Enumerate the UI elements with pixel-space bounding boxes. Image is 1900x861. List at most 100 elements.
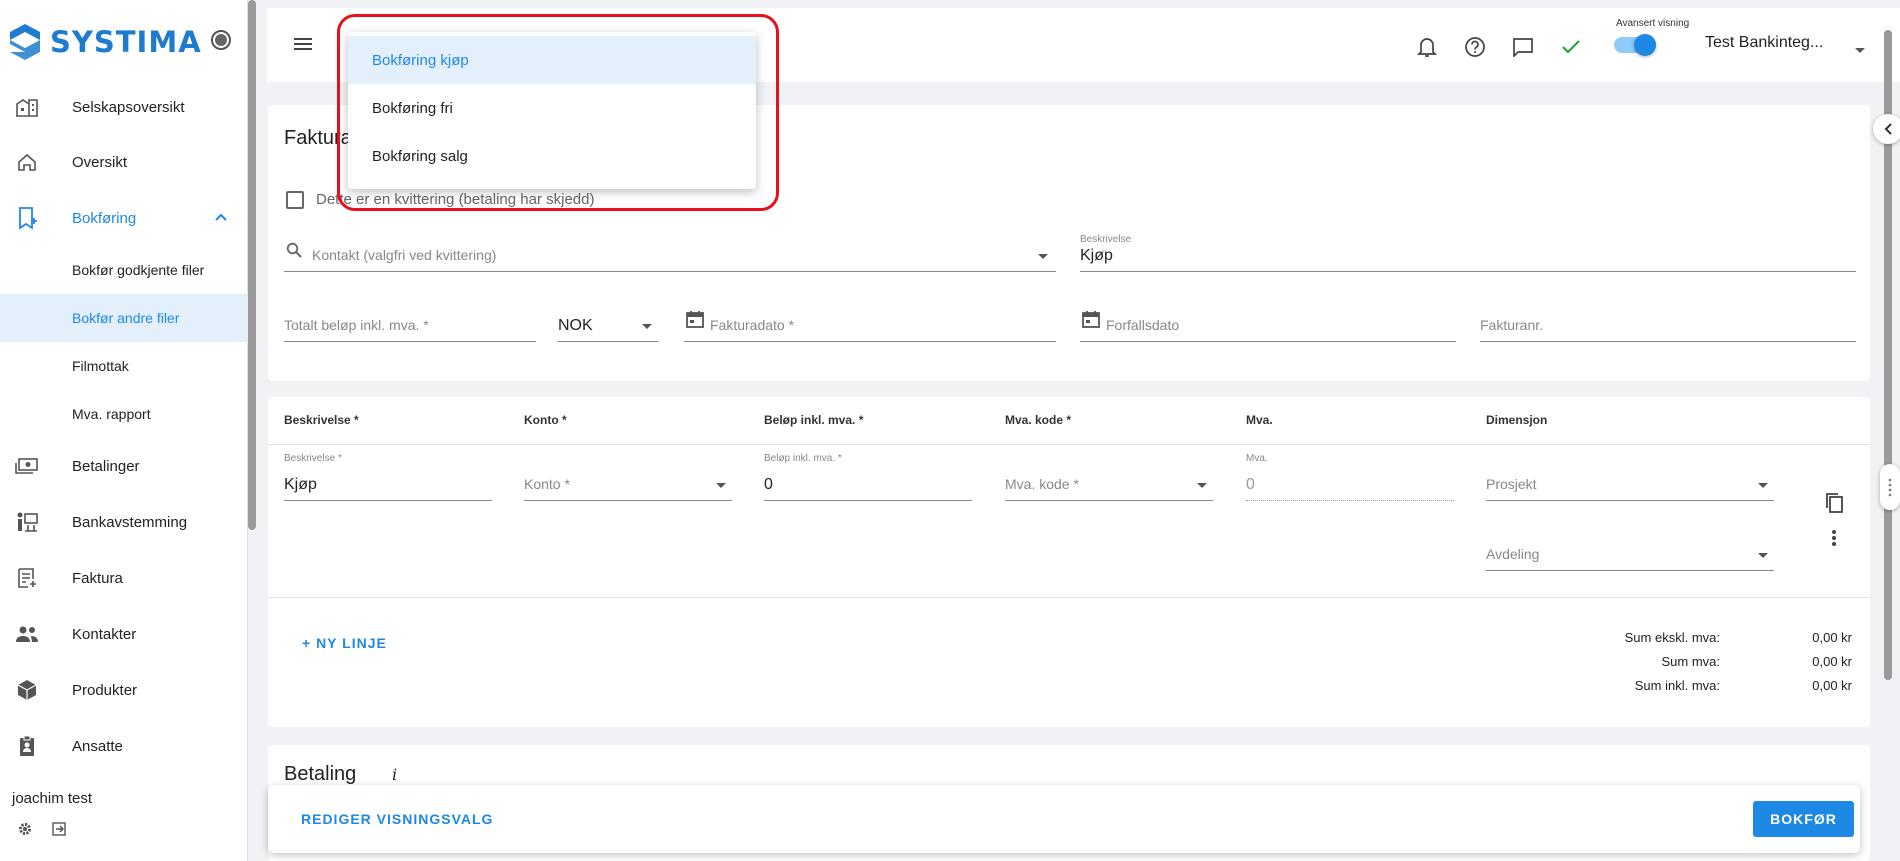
line-description-label: Beskrivelse * bbox=[284, 453, 342, 464]
systima-logo[interactable]: SYSTIMA bbox=[8, 20, 202, 64]
column-header-description: Beskrivelse * bbox=[284, 413, 359, 427]
receipt-checkbox[interactable] bbox=[286, 191, 304, 209]
notifications-bell-icon[interactable] bbox=[1412, 32, 1442, 62]
invoice-number-field[interactable]: Fakturanr. bbox=[1480, 308, 1856, 342]
logout-icon[interactable] bbox=[52, 822, 66, 841]
sidebar-item-label: Bankavstemming bbox=[72, 513, 188, 531]
line-vat-code-placeholder: Mva. kode * bbox=[1005, 476, 1079, 492]
line-vat-value: 0 bbox=[1246, 476, 1255, 493]
line-vat-code-select[interactable]: Mva. kode * bbox=[1005, 467, 1213, 501]
currency-value: NOK bbox=[558, 317, 593, 334]
sidebar-scrollbar[interactable] bbox=[248, 0, 258, 861]
status-indicator-icon[interactable] bbox=[211, 30, 231, 50]
sidebar-item-betalinger[interactable]: Betalinger bbox=[0, 443, 248, 489]
payment-info-icon[interactable]: i bbox=[392, 765, 397, 784]
line-amount-label: Beløp inkl. mva. * bbox=[764, 453, 842, 464]
total-amount-field[interactable]: Totalt beløp inkl. mva. * bbox=[284, 308, 536, 342]
app-name: SYSTIMA bbox=[50, 25, 202, 59]
sidebar-item-selskapsoversikt[interactable]: Selskapsoversikt bbox=[0, 84, 248, 130]
systima-logo-icon bbox=[10, 24, 40, 60]
line-account-select[interactable]: Konto * bbox=[524, 467, 732, 501]
company-selector[interactable]: Test Bankinteg... bbox=[1705, 34, 1823, 52]
column-header-amount: Beløp inkl. mva. * bbox=[764, 413, 864, 427]
collapse-panel-chevron-left-icon[interactable] bbox=[1873, 114, 1900, 144]
chevron-up-icon[interactable] bbox=[214, 209, 228, 226]
contact-search-field[interactable]: Kontakt (valgfri ved kvittering) bbox=[284, 238, 1056, 272]
sum-vat-value: 0,00 kr bbox=[1812, 654, 1852, 669]
sidebar-item-label: Betalinger bbox=[72, 457, 140, 475]
more-options-icon[interactable] bbox=[1831, 529, 1837, 552]
calendar-icon[interactable] bbox=[1082, 310, 1100, 333]
contacts-icon bbox=[14, 621, 40, 647]
column-header-vat-code: Mva. kode * bbox=[1005, 413, 1072, 427]
sidebar-item-faktura[interactable]: Faktura bbox=[0, 555, 248, 601]
user-name: joachim test bbox=[12, 790, 93, 807]
invoice-lines-card: Beskrivelse * Konto * Beløp inkl. mva. *… bbox=[268, 397, 1870, 727]
edit-view-options-button[interactable]: REDIGER VISNINGSVALG bbox=[301, 811, 493, 827]
post-button[interactable]: BOKFØR bbox=[1753, 801, 1854, 837]
due-date-placeholder: Forfallsdato bbox=[1106, 317, 1180, 333]
line-amount-value: 0 bbox=[764, 476, 773, 493]
header-divider bbox=[268, 444, 1870, 445]
line-department-placeholder: Avdeling bbox=[1486, 546, 1540, 562]
sidebar-subitem-mva-rapport[interactable]: Mva. rapport bbox=[0, 390, 248, 438]
check-icon[interactable] bbox=[1556, 32, 1586, 62]
search-icon bbox=[286, 242, 302, 263]
sidebar: SYSTIMA Selskapsoversikt Oversikt Bokfør… bbox=[0, 0, 248, 861]
sidebar-subitem-bokfor-godkjente-filer[interactable]: Bokfør godkjente filer bbox=[0, 246, 248, 294]
sidebar-item-label: Selskapsoversikt bbox=[72, 98, 185, 116]
products-icon bbox=[14, 677, 40, 703]
vat-code-dropdown-caret-icon bbox=[1197, 483, 1207, 488]
advanced-view-toggle[interactable] bbox=[1614, 34, 1656, 56]
line-project-select[interactable]: Prosjekt bbox=[1486, 467, 1774, 501]
chevron-down-icon[interactable] bbox=[1854, 42, 1866, 60]
help-icon[interactable] bbox=[1460, 32, 1490, 62]
total-amount-placeholder: Totalt beløp inkl. mva. * bbox=[284, 317, 429, 333]
line-department-select[interactable]: Avdeling bbox=[1486, 537, 1774, 571]
contact-dropdown-caret-icon[interactable] bbox=[1038, 254, 1048, 259]
project-dropdown-caret-icon bbox=[1758, 483, 1768, 488]
sidebar-item-bokforing[interactable]: Bokføring bbox=[0, 195, 248, 241]
line-amount-field[interactable]: Beløp inkl. mva. * 0 bbox=[764, 453, 972, 501]
contact-placeholder: Kontakt (valgfri ved kvittering) bbox=[312, 247, 497, 263]
sidebar-item-produkter[interactable]: Produkter bbox=[0, 667, 248, 713]
add-line-button[interactable]: + NY LINJE bbox=[302, 635, 387, 651]
copy-line-icon[interactable] bbox=[1823, 491, 1845, 520]
column-header-dimension: Dimensjon bbox=[1486, 413, 1548, 427]
column-header-vat: Mva. bbox=[1246, 413, 1273, 427]
sidebar-subitem-bokfor-andre-filer[interactable]: Bokfør andre filer bbox=[0, 294, 248, 342]
description-field[interactable]: Beskrivelse Kjøp bbox=[1080, 234, 1856, 272]
description-value: Kjøp bbox=[1080, 247, 1113, 264]
hamburger-menu-icon[interactable] bbox=[293, 36, 313, 57]
row-divider bbox=[268, 597, 1870, 598]
department-dropdown-caret-icon bbox=[1758, 553, 1768, 558]
employees-icon bbox=[14, 733, 40, 759]
sidebar-item-label: Bokføring bbox=[72, 209, 137, 227]
sidebar-item-oversikt[interactable]: Oversikt bbox=[0, 139, 248, 185]
line-vat-label: Mva. bbox=[1246, 453, 1268, 464]
line-vat-field: Mva. 0 bbox=[1246, 453, 1454, 501]
sidebar-subitem-filmottak[interactable]: Filmottak bbox=[0, 342, 248, 390]
resize-handle-icon[interactable] bbox=[1880, 464, 1900, 510]
sum-incl-vat-value: 0,00 kr bbox=[1812, 678, 1852, 693]
currency-select[interactable]: NOK bbox=[558, 308, 658, 342]
currency-dropdown-caret-icon bbox=[642, 324, 652, 329]
description-label: Beskrivelse bbox=[1080, 234, 1132, 245]
sidebar-item-ansatte[interactable]: Ansatte bbox=[0, 723, 248, 769]
settings-gear-icon[interactable] bbox=[18, 822, 32, 841]
invoice-number-placeholder: Fakturanr. bbox=[1480, 317, 1544, 333]
chat-icon[interactable] bbox=[1508, 32, 1538, 62]
annotation-highlight-box bbox=[337, 14, 779, 211]
calendar-icon[interactable] bbox=[686, 310, 704, 333]
advanced-view-label: Avansert visning bbox=[1616, 18, 1690, 29]
sum-incl-vat-label: Sum inkl. mva: bbox=[1634, 678, 1720, 693]
sidebar-item-bankavstemming[interactable]: Bankavstemming bbox=[0, 499, 248, 545]
invoice-date-field[interactable]: Fakturadato * bbox=[684, 308, 1056, 342]
line-description-field[interactable]: Beskrivelse * Kjøp bbox=[284, 453, 492, 501]
sidebar-subitem-label: Bokfør andre filer bbox=[72, 310, 180, 326]
due-date-field[interactable]: Forfallsdato bbox=[1080, 308, 1456, 342]
sum-excl-vat-label: Sum ekskl. mva: bbox=[1624, 630, 1720, 645]
sidebar-item-kontakter[interactable]: Kontakter bbox=[0, 611, 248, 657]
invoice-icon bbox=[14, 565, 40, 591]
company-overview-icon bbox=[14, 94, 40, 120]
